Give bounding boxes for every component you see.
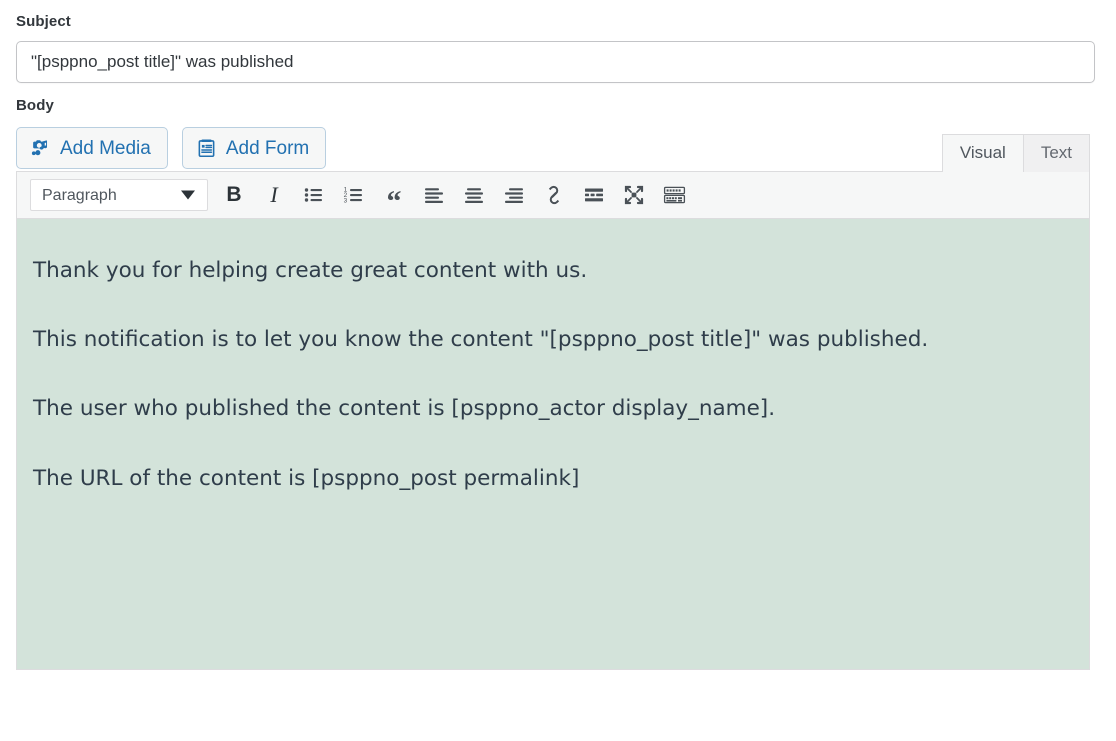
toolbar-toggle-button[interactable] xyxy=(654,175,694,215)
body-label: Body xyxy=(16,97,54,114)
subject-input[interactable] xyxy=(16,41,1095,83)
italic-button[interactable]: I xyxy=(254,175,294,215)
align-right-button[interactable] xyxy=(494,175,534,215)
body-paragraph: Thank you for helping create great conte… xyxy=(33,258,588,283)
fullscreen-button[interactable] xyxy=(614,175,654,215)
editor-media-buttons-row: Add Media Add Form Visual Text xyxy=(16,125,1090,172)
camera-music-icon xyxy=(30,138,51,159)
link-button[interactable] xyxy=(534,175,574,215)
tab-text[interactable]: Text xyxy=(1022,133,1090,172)
body-paragraph: This notification is to let you know the… xyxy=(33,327,929,353)
add-form-label: Add Form xyxy=(225,137,310,159)
blockquote-button[interactable]: “ xyxy=(374,175,414,217)
add-media-label: Add Media xyxy=(60,137,151,159)
bold-icon: B xyxy=(226,183,242,206)
align-left-icon xyxy=(423,184,445,206)
tab-visual[interactable]: Visual xyxy=(941,133,1024,172)
editor-toolbar: Paragraph B I 1 2 3 “ xyxy=(16,171,1090,219)
body-paragraph: The URL of the content is [psppno_post p… xyxy=(33,465,580,491)
add-form-button[interactable]: Add Form xyxy=(181,127,327,169)
body-paragraph: The user who published the content is [p… xyxy=(33,396,776,422)
align-center-button[interactable] xyxy=(454,175,494,215)
bulleted-list-button[interactable] xyxy=(294,175,334,215)
add-media-button[interactable]: Add Media xyxy=(16,127,168,169)
toolbar-toggle-icon xyxy=(663,184,686,206)
bulleted-list-icon xyxy=(303,184,325,206)
align-center-icon xyxy=(463,184,485,206)
editor-mode-tabs: Visual Text xyxy=(941,133,1090,172)
align-left-button[interactable] xyxy=(414,175,454,215)
subject-label: Subject xyxy=(16,13,71,30)
italic-icon: I xyxy=(270,182,278,207)
subject-field-group: Subject xyxy=(16,0,1100,83)
numbered-list-button[interactable]: 1 2 3 xyxy=(334,175,374,215)
email-notification-editor: Subject Body Add Media xyxy=(0,0,1116,741)
wp-editor: Add Media Add Form Visual Text Paragraph… xyxy=(16,125,1090,670)
svg-text:3: 3 xyxy=(344,198,348,205)
fullscreen-icon xyxy=(623,184,645,206)
paragraph-format-select[interactable]: Paragraph xyxy=(30,179,208,211)
read-more-button[interactable] xyxy=(574,175,614,215)
numbered-list-icon: 1 2 3 xyxy=(343,184,365,206)
read-more-icon xyxy=(583,184,605,206)
link-icon xyxy=(543,184,565,206)
editor-content-area[interactable]: Thank you for helping create great conte… xyxy=(16,219,1090,670)
bold-button[interactable]: B xyxy=(214,175,254,215)
format-select-wrapper: Paragraph xyxy=(23,179,214,211)
align-right-icon xyxy=(503,184,525,206)
clipboard-form-icon xyxy=(196,138,217,159)
